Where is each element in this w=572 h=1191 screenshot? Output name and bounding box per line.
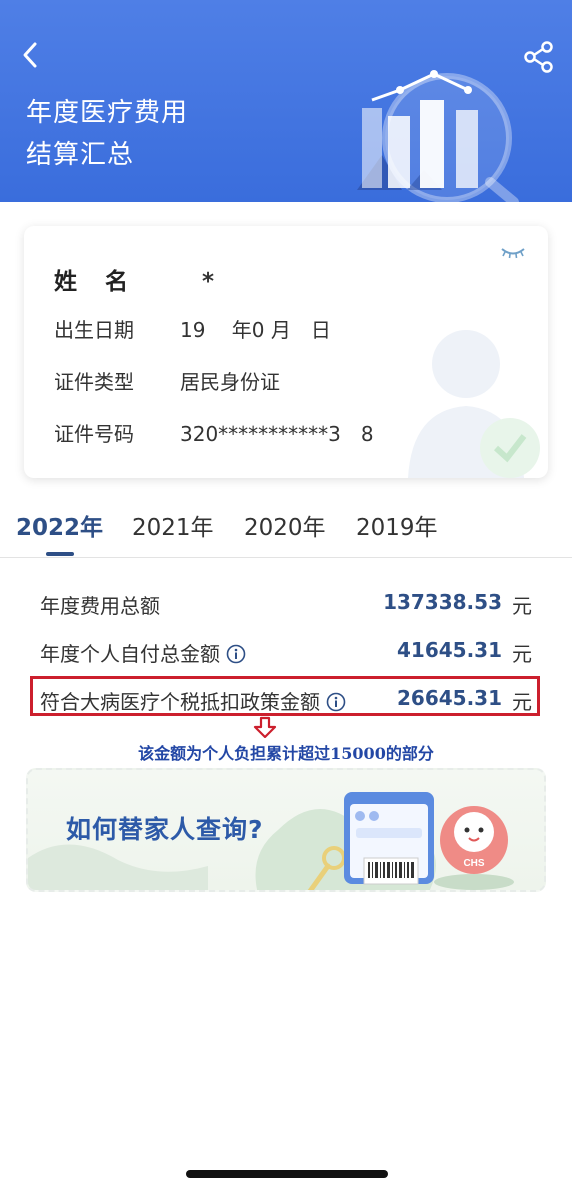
id-number-row: 证件号码 320***********3 8: [54, 418, 374, 447]
tab-2019[interactable]: 2019年: [356, 508, 438, 542]
home-indicator[interactable]: [186, 1170, 388, 1178]
page-header: 年度医疗费用 结算汇总: [0, 0, 572, 202]
name-label: 姓 名: [54, 269, 139, 295]
info-icon[interactable]: [226, 644, 246, 664]
family-query-banner[interactable]: CHS 如何替家人查询?: [26, 768, 546, 892]
bar-chart-magnifier-illustration: [357, 70, 519, 202]
self-pay-label-wrap: 年度个人自付总金额: [40, 638, 246, 667]
tab-2022[interactable]: 2022年: [16, 508, 103, 542]
name-value: *: [202, 269, 215, 295]
page-title-line1: 年度医疗费用: [26, 98, 189, 128]
tab-2020[interactable]: 2020年: [244, 508, 326, 542]
annual-total-value: 137338.53: [383, 590, 502, 614]
id-type-label: 证件类型: [54, 370, 134, 394]
tab-2021[interactable]: 2021年: [132, 508, 214, 542]
id-card: 姓 名 * 出生日期 19 年0 月 日 证件类型 居民身份证 证件号码 320****…: [24, 226, 548, 478]
svg-text:CHS: CHS: [463, 858, 484, 869]
self-pay-label: 年度个人自付总金额: [40, 642, 220, 666]
annual-total-label: 年度费用总额: [40, 594, 160, 618]
down-arrow-icon: [253, 716, 277, 738]
annual-total-row: 年度费用总额 137338.53 元: [40, 586, 532, 620]
banner-text: 如何替家人查询?: [66, 815, 264, 844]
person-silhouette-watermark: [408, 330, 540, 478]
id-number-value: 320***********3 8: [180, 422, 374, 446]
self-pay-unit: 元: [512, 642, 532, 666]
page-title: 年度医疗费用 结算汇总: [26, 92, 188, 176]
id-number-label: 证件号码: [54, 422, 134, 446]
id-type-value: 居民身份证: [180, 370, 280, 394]
annual-total-unit: 元: [512, 594, 532, 618]
eye-closed-icon[interactable]: [500, 246, 526, 260]
highlight-box: [30, 676, 540, 716]
birth-date-label: 出生日期: [54, 318, 134, 342]
back-chevron-icon[interactable]: [14, 38, 48, 72]
self-pay-value: 41645.31: [396, 638, 502, 662]
birth-date-row: 出生日期 19 年0 月 日: [54, 314, 331, 343]
birth-date-value: 19 年0 月 日: [180, 318, 331, 342]
id-type-row: 证件类型 居民身份证: [54, 366, 280, 395]
self-pay-row: 年度个人自付总金额 41645.31 元: [40, 634, 532, 668]
name-row: 姓 名 *: [54, 262, 214, 296]
page-title-line2: 结算汇总: [26, 140, 135, 170]
annotation-note: 该金额为个人负担累计超过15000的部分: [138, 744, 434, 763]
active-tab-indicator: [46, 552, 74, 556]
year-tabs: 2022年 2021年 2020年 2019年: [0, 500, 572, 558]
